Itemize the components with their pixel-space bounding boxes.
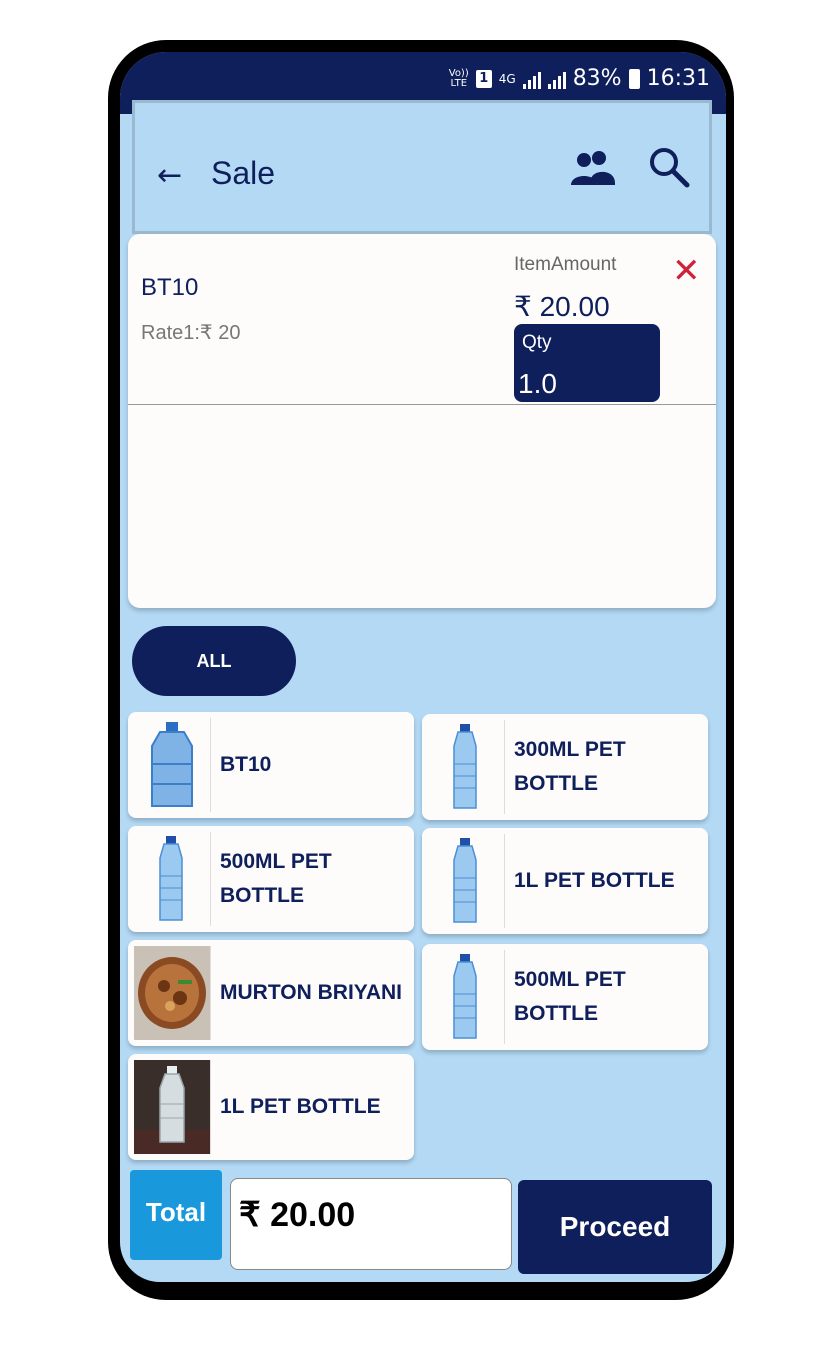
product-card[interactable]: 500ML PET BOTTLE bbox=[422, 944, 708, 1050]
clock: 16:31 bbox=[646, 66, 710, 91]
qty-label: Qty bbox=[522, 332, 552, 353]
remove-item-icon[interactable]: ✕ bbox=[672, 254, 701, 288]
category-all-button[interactable]: ALL bbox=[132, 626, 296, 696]
cart-item-rate: Rate1:₹ 20 bbox=[141, 322, 241, 344]
search-icon[interactable] bbox=[647, 145, 691, 189]
cart-item-name: BT10 bbox=[141, 274, 199, 301]
product-card[interactable]: 1L PET BOTTLE bbox=[422, 828, 708, 934]
network-type: 4G bbox=[498, 71, 516, 86]
product-card[interactable]: 300ML PET BOTTLE bbox=[422, 714, 708, 820]
volte-indicator: Vo)) LTE bbox=[448, 67, 469, 89]
product-name: BT10 bbox=[220, 753, 272, 776]
item-amount-label: ItemAmount bbox=[514, 254, 617, 275]
qty-value[interactable]: 1.0 bbox=[518, 368, 557, 400]
product-name: 1L PET BOTTLE bbox=[514, 869, 675, 892]
bottle-icon bbox=[453, 834, 505, 928]
customers-icon[interactable] bbox=[569, 149, 617, 189]
page-title: Sale bbox=[211, 155, 276, 191]
qty-field[interactable]: Qty 1.0 bbox=[514, 324, 660, 402]
total-amount: ₹ 20.00 bbox=[230, 1178, 512, 1270]
back-arrow-icon[interactable]: ← bbox=[157, 158, 182, 193]
bottle-photo-icon bbox=[134, 1060, 211, 1154]
biryani-icon bbox=[134, 946, 211, 1040]
product-card[interactable]: 500ML PET BOTTLE bbox=[128, 826, 414, 932]
total-label: Total bbox=[130, 1170, 222, 1260]
signal-icon bbox=[522, 69, 541, 89]
product-card[interactable]: MURTON BRIYANI bbox=[128, 940, 414, 1046]
product-name: 500ML PET BOTTLE bbox=[220, 850, 332, 907]
signal-icon-2 bbox=[547, 69, 566, 89]
bottle-icon bbox=[453, 720, 505, 814]
product-card[interactable]: 1L PET BOTTLE bbox=[128, 1054, 414, 1160]
water-can-icon bbox=[151, 718, 211, 812]
product-name: 500ML PET BOTTLE bbox=[514, 968, 626, 1025]
bottle-icon bbox=[453, 950, 505, 1044]
app-screen: Vo)) LTE 1 4G 83% 16:31 ← Sale BT10 Rate… bbox=[120, 52, 726, 1282]
cart-item-row[interactable]: BT10 Rate1:₹ 20 ItemAmount ₹ 20.00 ✕ Qty… bbox=[128, 234, 716, 405]
product-name: 1L PET BOTTLE bbox=[220, 1095, 381, 1118]
bottle-icon bbox=[159, 832, 211, 926]
product-name: MURTON BRIYANI bbox=[220, 981, 403, 1004]
product-name: 300ML PET BOTTLE bbox=[514, 738, 626, 795]
battery-icon bbox=[628, 68, 640, 89]
cart-panel: BT10 Rate1:₹ 20 ItemAmount ₹ 20.00 ✕ Qty… bbox=[128, 234, 716, 608]
item-amount: ₹ 20.00 bbox=[514, 291, 610, 322]
sim-indicator: 1 bbox=[475, 69, 492, 88]
app-bar: ← Sale bbox=[132, 100, 712, 234]
battery-percent: 83% bbox=[572, 66, 622, 91]
product-card[interactable]: BT10 bbox=[128, 712, 414, 818]
proceed-button[interactable]: Proceed bbox=[518, 1180, 712, 1274]
